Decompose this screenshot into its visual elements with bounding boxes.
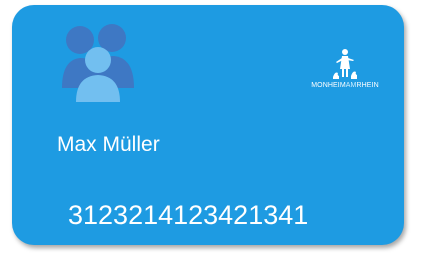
card-number: 3123214123421341: [68, 200, 309, 230]
logo-text-rhein: RHEIN: [356, 82, 379, 89]
monheim-logo: MONHEIMAMRHEIN: [296, 47, 394, 93]
logo-text-am: AM: [345, 82, 357, 89]
card-holder-name: Max Müller: [57, 133, 160, 156]
membership-card: Max Müller 3123214123421341 MONHEIMAMRHE…: [12, 5, 404, 245]
logo-text: MONHEIMAMRHEIN: [296, 81, 394, 90]
goose-girl-icon: [332, 47, 358, 81]
logo-text-monheim: MONHEIM: [311, 82, 346, 89]
users-group-icon: [58, 18, 138, 102]
